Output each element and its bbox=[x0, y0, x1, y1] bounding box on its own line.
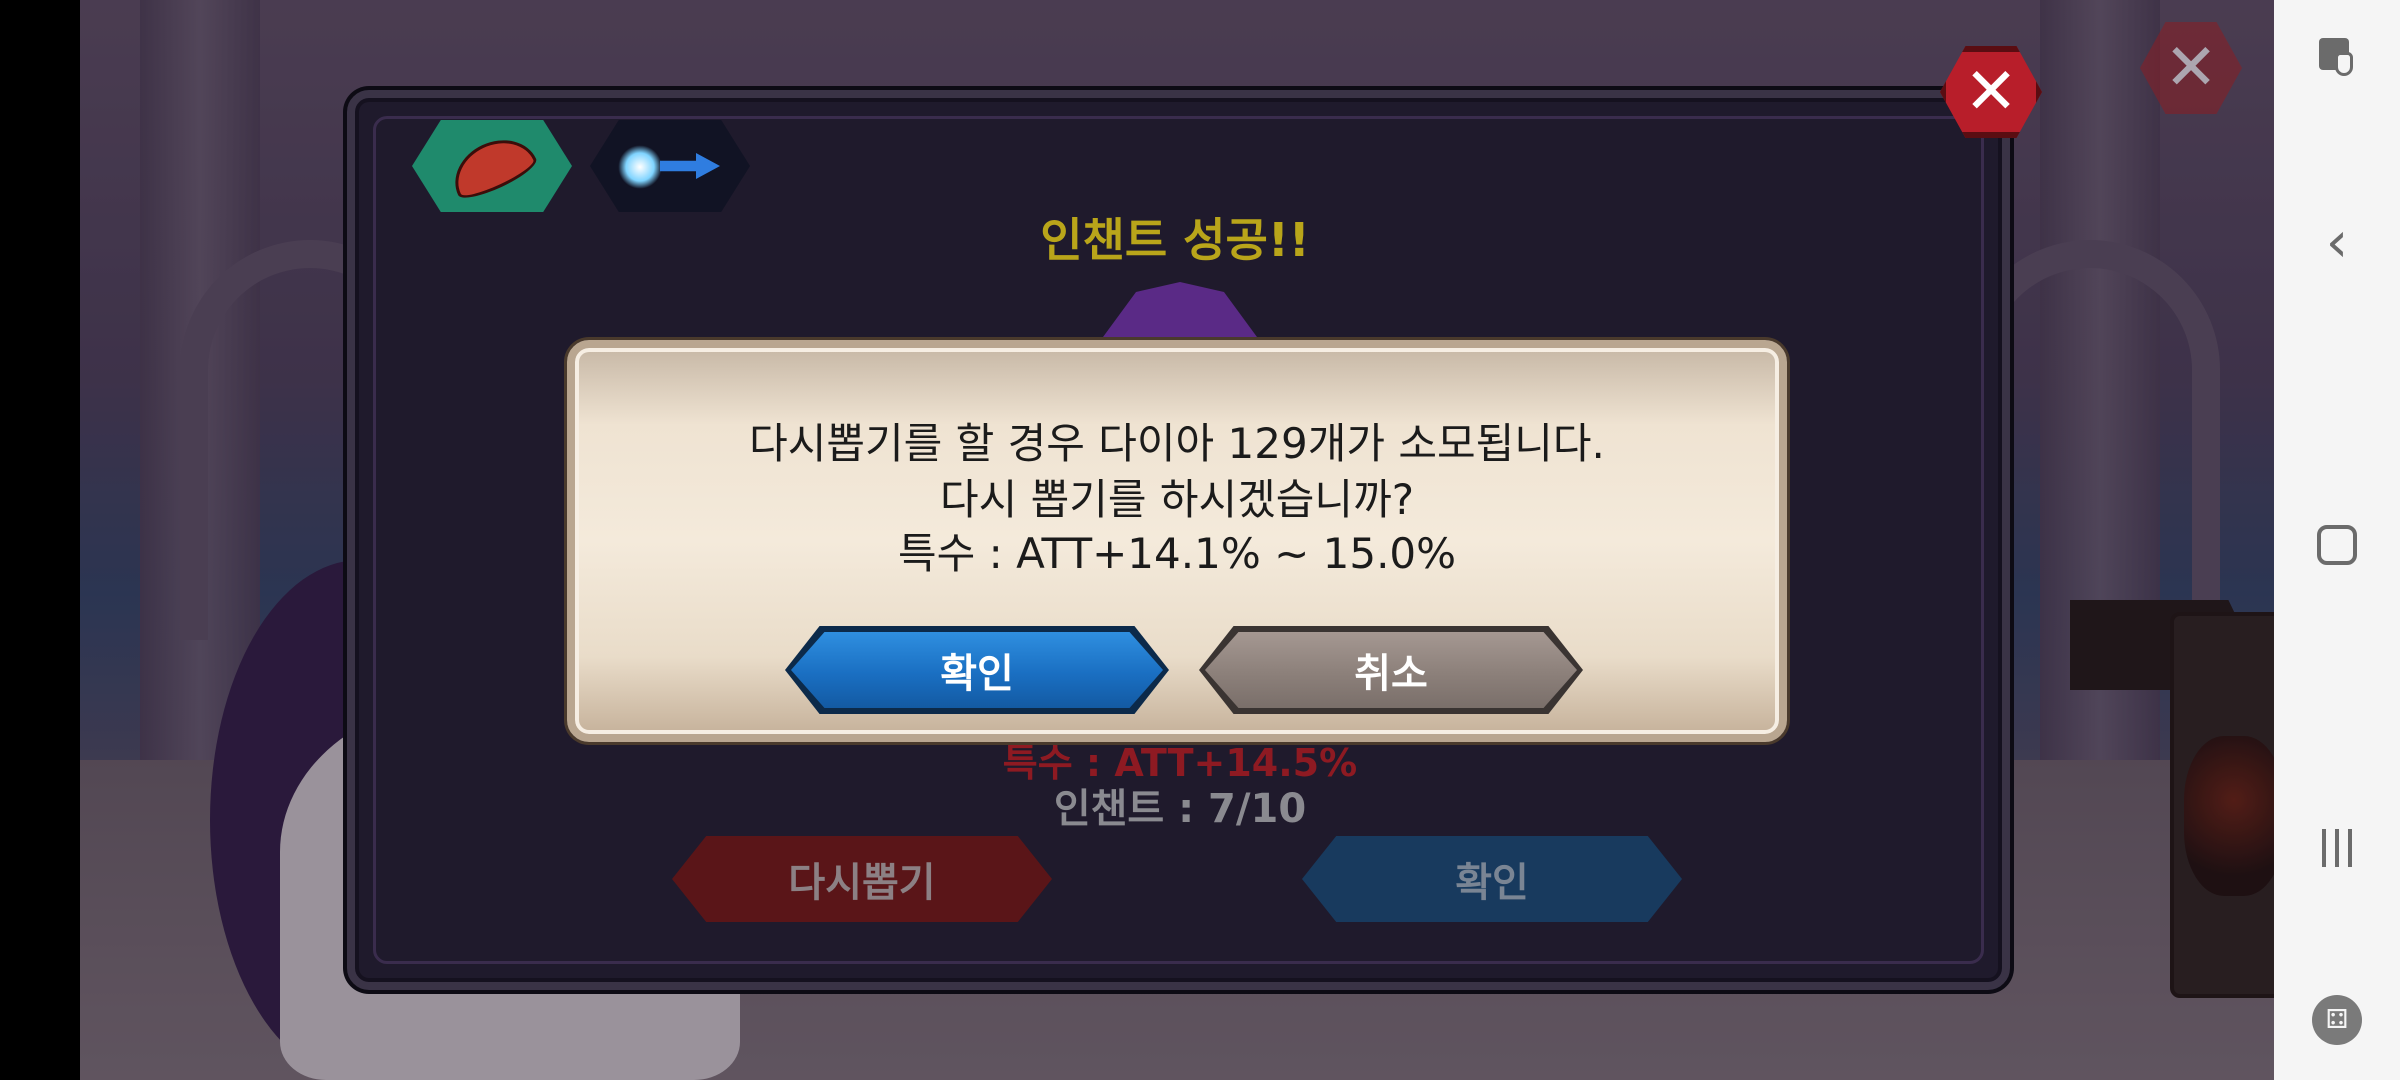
dialog-message-line-3: 특수 : ATT+14.1% ~ 15.0% bbox=[897, 529, 1457, 578]
back-icon[interactable]: ‹ bbox=[2307, 210, 2367, 275]
dialog-message-line-1: 다시뽑기를 할 경우 다이아 129개가 소모됩니다. bbox=[749, 419, 1605, 468]
game-launcher-icon[interactable]: ⚃ bbox=[2307, 990, 2367, 1050]
android-navigation-bar: ‹ ⚃ bbox=[2274, 0, 2400, 1080]
home-icon[interactable] bbox=[2307, 515, 2367, 575]
enchant-count-text: 인챈트 : 7/10 bbox=[1053, 786, 1307, 832]
recent-apps-icon[interactable] bbox=[2307, 818, 2367, 878]
reroll-confirm-dialog: 다시뽑기를 할 경우 다이아 129개가 소모됩니다. 다시 뽑기를 하시겠습니… bbox=[567, 340, 1787, 742]
touch-lock-icon[interactable] bbox=[2307, 28, 2367, 88]
left-black-bar bbox=[0, 0, 80, 1080]
close-icon: ✕ bbox=[1964, 55, 2018, 129]
feather-icon bbox=[447, 130, 537, 202]
dialog-message-line-2: 다시 뽑기를 하시겠습니까? bbox=[939, 475, 1415, 524]
dialog-ok-label: 확인 bbox=[791, 632, 1163, 708]
panel-title: 인챈트 성공!! bbox=[1040, 213, 1310, 267]
tab-enchant-effect[interactable] bbox=[590, 120, 750, 212]
reroll-button[interactable]: 다시뽑기 bbox=[672, 836, 1052, 922]
tab-feather[interactable] bbox=[412, 120, 572, 212]
dialog-cancel-label: 취소 bbox=[1205, 632, 1577, 708]
dialog-cancel-button[interactable]: 취소 bbox=[1199, 626, 1583, 714]
enchant-effect-icon bbox=[610, 141, 730, 191]
close-icon: ✕ bbox=[2164, 31, 2218, 105]
panel-confirm-button[interactable]: 확인 bbox=[1302, 836, 1682, 922]
dialog-ok-button[interactable]: 확인 bbox=[785, 626, 1169, 714]
